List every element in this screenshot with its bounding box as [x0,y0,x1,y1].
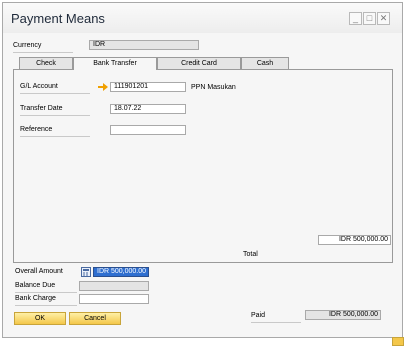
transfer-date-underline [20,115,90,116]
window-title: Payment Means [11,11,105,26]
overall-amount-field[interactable]: IDR 500,000.00 [93,267,149,277]
paid-label: Paid [251,312,266,319]
balance-due-field [79,281,149,291]
gl-account-underline [20,93,90,94]
total-label: Total [243,251,258,258]
gl-account-label: G/L Account [20,83,58,90]
transfer-date-field[interactable]: 18.07.22 [110,104,186,114]
calculator-icon[interactable] [81,267,91,277]
paid-underline [251,322,301,323]
transfer-date-label: Transfer Date [20,105,63,112]
link-arrow-icon[interactable] [98,83,108,91]
payment-means-window: Payment Means _ □ ✕ Currency IDR Check B… [2,2,403,338]
minimize-icon[interactable]: _ [349,12,362,25]
maximize-icon[interactable]: □ [363,12,376,25]
bank-charge-label: Bank Charge [15,295,56,302]
total-field: IDR 500,000.00 [318,235,391,245]
currency-label: Currency [13,42,42,49]
bank-charge-field[interactable] [79,294,149,304]
balance-due-underline [15,292,77,293]
tab-cash[interactable]: Cash [241,57,289,69]
reference-field[interactable] [110,125,186,135]
paid-field: IDR 500,000.00 [305,310,381,320]
overall-amount-label: Overall Amount [15,268,63,275]
tab-check[interactable]: Check [19,57,73,69]
ok-button[interactable]: OK [14,312,66,325]
bank-transfer-panel: G/L Account 111901201 PPN Masukan Transf… [13,69,393,263]
currency-field: IDR [89,40,199,50]
gl-account-field[interactable]: 111901201 [110,82,186,92]
reference-underline [20,136,90,137]
gl-account-name: PPN Masukan [191,84,236,91]
corner-resize-handle[interactable] [392,337,404,346]
close-icon[interactable]: ✕ [377,12,390,25]
bank-charge-underline [15,305,77,306]
cancel-button[interactable]: Cancel [69,312,121,325]
balance-due-label: Balance Due [15,282,56,289]
reference-label: Reference [20,126,53,133]
currency-underline [13,52,73,53]
title-bar: Payment Means _ □ ✕ [3,3,402,33]
tab-credit-card[interactable]: Credit Card [157,57,241,69]
tab-bank-transfer[interactable]: Bank Transfer [73,57,157,70]
